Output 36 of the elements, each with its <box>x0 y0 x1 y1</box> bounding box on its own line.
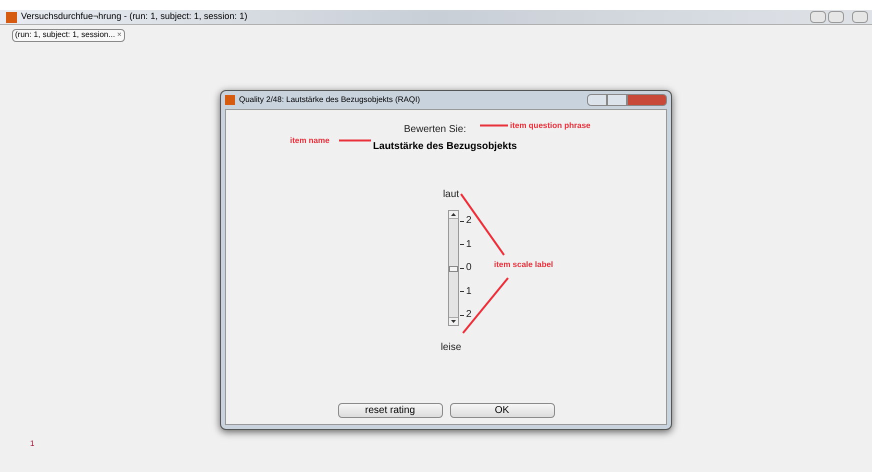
annotation-label: item scale label <box>494 259 554 271</box>
leader-line <box>460 193 505 256</box>
maximize-button[interactable] <box>607 94 627 106</box>
app-icon <box>225 95 235 105</box>
close-button[interactable] <box>852 11 868 23</box>
footer-number: 1 <box>30 438 34 450</box>
annotation-label: item question phrase <box>510 120 590 132</box>
leader-line <box>339 139 371 142</box>
close-button[interactable] <box>627 94 667 106</box>
up-arrow-icon[interactable] <box>451 213 456 216</box>
question-text: Bewerten Sie: <box>404 123 466 137</box>
minimize-button[interactable] <box>587 94 607 106</box>
annotation-label: item name <box>290 135 330 147</box>
tick-label: 2 <box>466 310 472 320</box>
reset-button[interactable]: reset rating <box>338 403 442 418</box>
tick-label: 1 <box>466 286 472 296</box>
leader-line <box>462 277 509 334</box>
dialog-title: Quality 2/48: Lautstärke des Bezugsobjekts (RAQI) <box>239 94 420 106</box>
tick-label: 1 <box>466 240 472 250</box>
top-scale-label: laut <box>442 188 460 202</box>
slider-thumb[interactable] <box>449 266 458 272</box>
app-icon <box>6 12 17 22</box>
tick-label: 2 <box>466 216 472 226</box>
tab-label: (run: 1, subject: 1, session... <box>15 29 116 41</box>
leader-line <box>480 124 508 127</box>
bottom-scale-label: leise <box>440 341 462 355</box>
maximize-button[interactable] <box>828 11 844 23</box>
down-arrow-icon[interactable] <box>451 320 456 323</box>
ok-button[interactable]: OK <box>450 403 554 418</box>
window-title: Versuchsdurchfue¬hrung - (run: 1, subject: 1, session: 1) <box>21 10 248 24</box>
tab-close-button[interactable]: × <box>117 29 122 41</box>
vertical-slider[interactable] <box>448 210 459 326</box>
document-tab[interactable]: (run: 1, subject: 1, session... × <box>12 28 125 42</box>
minimize-button[interactable] <box>810 11 826 23</box>
item-name: Lautstärke des Bezugsobjekts <box>373 140 517 154</box>
tick-label: 0 <box>466 263 472 273</box>
